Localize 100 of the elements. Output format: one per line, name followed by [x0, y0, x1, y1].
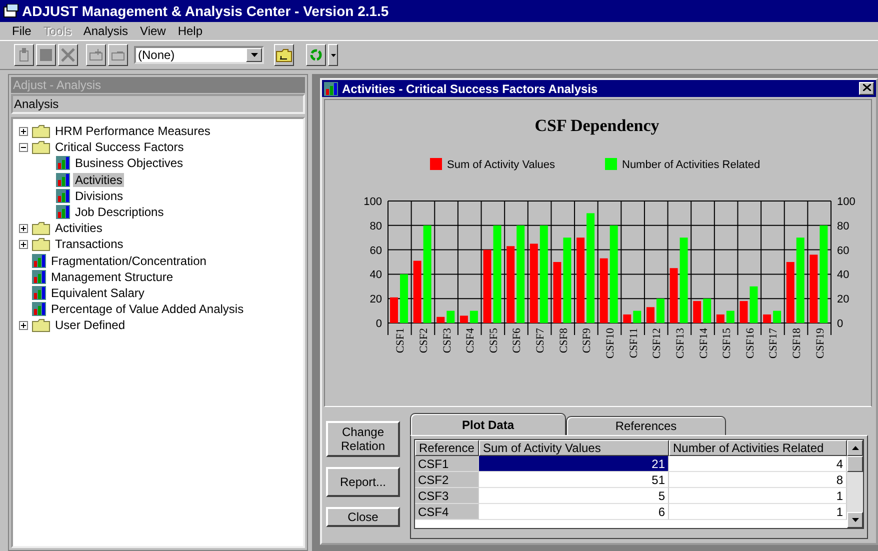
row-header[interactable]: CSF4	[415, 504, 479, 520]
menu-item[interactable]: File	[12, 24, 32, 38]
scroll-up-icon[interactable]	[852, 446, 858, 450]
axis-tick-label: 0	[837, 318, 844, 330]
category-label: CSF6	[511, 328, 524, 354]
caret-icon[interactable]	[328, 44, 338, 66]
bar	[390, 297, 398, 323]
bar-chart-icon	[32, 302, 46, 316]
column-header[interactable]: Reference	[415, 440, 479, 456]
category-label: CSF9	[581, 328, 594, 354]
panel-header: Analysis	[11, 94, 305, 114]
bar	[670, 268, 678, 323]
collapse-icon[interactable]	[19, 142, 28, 152]
folder-icon	[32, 124, 50, 138]
tree-item[interactable]: Divisions	[73, 188, 126, 203]
bar	[553, 262, 562, 323]
category-label: CSF16	[744, 328, 756, 359]
column-header[interactable]: Sum of Activity Values	[479, 440, 669, 456]
stop-icon[interactable]	[36, 44, 56, 66]
expand-icon[interactable]	[19, 320, 28, 330]
column-header[interactable]: Number of Activities Related	[669, 440, 847, 456]
menu-item[interactable]: Help	[178, 24, 203, 38]
table-cell[interactable]: 8	[669, 472, 847, 488]
table-cell[interactable]: 1	[669, 504, 847, 520]
axis-tick-label: 20	[370, 294, 382, 306]
table-cell[interactable]: 4	[669, 456, 847, 472]
bar	[750, 286, 758, 323]
app-icon	[3, 4, 19, 18]
folder-icon	[32, 318, 50, 332]
clipboard-icon[interactable]	[14, 44, 34, 66]
refresh-icon[interactable]	[306, 44, 326, 66]
add-row-icon[interactable]	[86, 44, 106, 66]
tree-item[interactable]: Equivalent Salary	[49, 286, 146, 300]
expand-icon[interactable]	[19, 240, 28, 249]
scroll-down-icon[interactable]	[852, 518, 858, 522]
menu-item[interactable]: View	[140, 24, 166, 38]
table-cell[interactable]: 1	[669, 488, 847, 504]
tab[interactable]: References	[566, 416, 726, 435]
bar	[400, 274, 408, 323]
tree-item[interactable]: Percentage of Value Added Analysis	[49, 302, 246, 316]
tree-item[interactable]: HRM Performance Measures	[53, 124, 212, 138]
folder-icon	[32, 140, 50, 154]
category-label: CSF3	[441, 328, 454, 354]
tree-item[interactable]: Activities	[73, 172, 124, 187]
change-relation-button[interactable]: Change Relation	[326, 421, 400, 457]
bar-chart-icon	[32, 286, 46, 300]
table-cell[interactable]: 5	[479, 488, 669, 504]
child-window-title: Activities - Critical Success Factors Analysis	[342, 82, 598, 96]
folder-up-icon[interactable]	[274, 44, 294, 66]
row-header[interactable]: CSF2	[415, 472, 479, 488]
table-cell[interactable]: 51	[479, 472, 669, 488]
close-button[interactable]: Close	[326, 507, 400, 527]
expand-icon[interactable]	[19, 224, 28, 233]
tree-item[interactable]: Transactions	[53, 237, 126, 252]
expand-icon[interactable]	[19, 126, 28, 136]
axis-tick-label: 0	[376, 318, 382, 330]
tree-item[interactable]: Critical Success Factors	[53, 140, 186, 154]
menu-item[interactable]: Analysis	[83, 24, 128, 38]
bar-chart-icon	[56, 205, 70, 220]
report-button[interactable]: Report...	[326, 467, 400, 497]
close-icon[interactable]	[859, 82, 874, 95]
window-title: ADJUST Management & Analysis Center - Version 2.1.5	[22, 3, 389, 19]
category-label: CSF2	[418, 328, 430, 354]
dropdown-arrow-icon[interactable]	[250, 53, 258, 57]
category-label: CSF17	[768, 328, 780, 359]
tab[interactable]: Plot Data	[410, 413, 566, 435]
bar	[600, 258, 608, 323]
bar	[740, 301, 748, 323]
table-cell[interactable]: 6	[479, 504, 669, 520]
folder-icon	[32, 238, 50, 251]
tree-item[interactable]: Job Descriptions	[73, 205, 166, 220]
axis-tick-label: 60	[837, 244, 850, 257]
bar-chart-icon	[32, 254, 46, 268]
category-label: CSF1	[394, 328, 407, 354]
bar-chart-icon	[56, 172, 70, 187]
axis-tick-label: 60	[370, 244, 382, 257]
tree-item[interactable]: Management Structure	[49, 270, 176, 284]
category-label: CSF7	[534, 328, 547, 354]
legend-label: Sum of Activity Values	[447, 159, 556, 171]
bar	[726, 310, 734, 323]
row-header[interactable]: CSF1	[415, 456, 479, 472]
row-header[interactable]: CSF3	[415, 488, 479, 504]
scrollbar[interactable]	[847, 440, 863, 528]
view-dropdown[interactable]: (None)	[134, 46, 264, 64]
axis-tick-label: 100	[837, 196, 856, 208]
category-label: CSF14	[698, 328, 710, 359]
axis-tick-label: 100	[364, 196, 382, 208]
tree-item[interactable]: Fragmentation/Concentration	[49, 254, 208, 268]
scroll-thumb[interactable]	[847, 456, 863, 472]
axis-tick-label: 80	[837, 220, 850, 232]
close-icon[interactable]	[58, 44, 78, 66]
bar	[436, 316, 445, 323]
bar-chart-icon	[32, 270, 46, 284]
panel-title: Adjust - Analysis	[11, 77, 305, 93]
remove-row-icon[interactable]	[108, 44, 128, 66]
tree-item[interactable]: Business Objectives	[73, 156, 186, 170]
table-cell[interactable]: 21	[479, 456, 669, 472]
tree-item[interactable]: User Defined	[53, 318, 128, 332]
folder-icon	[32, 222, 50, 235]
tree-item[interactable]: Activities	[53, 221, 104, 236]
